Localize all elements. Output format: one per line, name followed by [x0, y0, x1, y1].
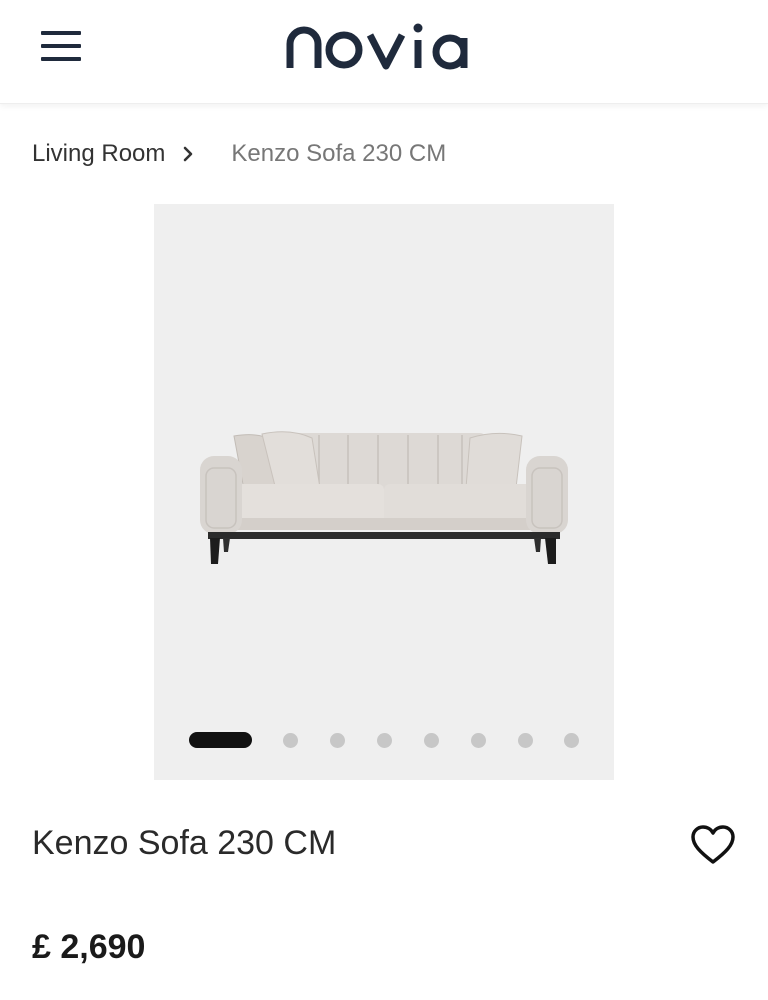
product-price: £ 2,690	[32, 928, 146, 966]
carousel-dots	[154, 732, 614, 750]
product-image	[200, 431, 568, 564]
product-image-gallery[interactable]	[154, 204, 614, 780]
carousel-dot[interactable]	[471, 733, 486, 748]
breadcrumb-link-living-room[interactable]: Living Room	[32, 140, 165, 168]
carousel-dot[interactable]	[377, 733, 392, 748]
carousel-dot[interactable]	[518, 733, 533, 748]
carousel-dot[interactable]	[564, 733, 579, 748]
product-title: Kenzo Sofa 230 CM	[32, 824, 337, 862]
menu-line	[41, 31, 81, 35]
breadcrumb-current: Kenzo Sofa 230 CM	[231, 140, 447, 167]
site-header	[0, 0, 768, 104]
carousel-dot[interactable]	[283, 733, 298, 748]
menu-line	[41, 57, 81, 61]
carousel-dot[interactable]	[424, 733, 439, 748]
carousel-dot-active[interactable]	[189, 732, 252, 748]
menu-line	[41, 44, 81, 48]
hamburger-menu-icon[interactable]	[38, 28, 86, 68]
chevron-right-icon	[184, 146, 193, 162]
breadcrumb: Living Room Kenzo Sofa 230 CM	[32, 136, 446, 172]
carousel-dot[interactable]	[330, 733, 345, 748]
brand-logo[interactable]	[284, 22, 484, 70]
heart-outline-icon[interactable]	[690, 824, 736, 866]
